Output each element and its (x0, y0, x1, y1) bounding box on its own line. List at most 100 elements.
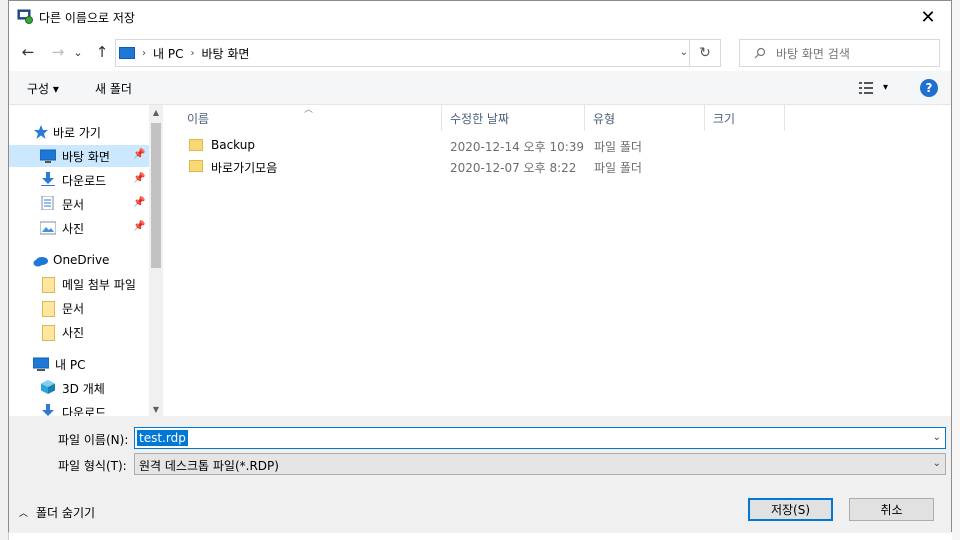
scroll-up-icon[interactable]: ▲ (149, 105, 163, 119)
filetype-label: 파일 형식(T): (58, 459, 127, 473)
breadcrumb-separator: › (142, 47, 146, 59)
picture-icon (40, 221, 56, 235)
sidebar-item-label: 메일 첨부 파일 (62, 277, 136, 292)
sidebar-item-label: 바탕 화면 (62, 149, 110, 164)
pin-icon: 📌 (133, 173, 146, 184)
filetype-value: 원격 데스크톱 파일(*.RDP) (139, 459, 279, 473)
help-button[interactable]: ? (920, 79, 938, 97)
navigation-pane-scrollbar[interactable]: ▲ ▼ (149, 105, 163, 416)
sidebar-item-my-pc[interactable]: 내 PC (9, 353, 149, 375)
download-icon (42, 404, 54, 416)
search-box[interactable]: 바탕 화면 검색 (739, 39, 940, 67)
organize-button[interactable]: 구성 ▾ (27, 80, 59, 97)
sidebar-item-label: 사진 (62, 221, 85, 236)
sidebar-item-label: 바로 가기 (53, 125, 101, 140)
sidebar-item-desktop[interactable]: 바탕 화면 📌 (9, 145, 149, 167)
title-bar: 다른 이름으로 저장 ✕ (9, 1, 951, 33)
folder-icon (189, 139, 203, 151)
filename-value: test.rdp (137, 430, 188, 446)
arrow-left-icon: ← (21, 43, 35, 61)
sidebar-item-label: 문서 (62, 197, 85, 212)
table-row[interactable]: 바로가기모음 2020-12-07 오후 8:22 파일 폴더 (179, 157, 779, 177)
cube-icon (41, 380, 55, 394)
folder-icon (42, 277, 55, 293)
folder-icon (189, 160, 203, 172)
back-button[interactable]: ← (17, 41, 39, 63)
sidebar-item-3d-objects[interactable]: 3D 개체 (9, 377, 149, 399)
column-header-modified[interactable]: 수정한 날짜 (442, 105, 585, 131)
file-name: 바로가기모음 (211, 161, 278, 175)
chevron-up-icon: ︿ (19, 509, 29, 519)
column-header-type[interactable]: 유형 (585, 105, 705, 131)
folder-icon (42, 301, 55, 317)
breadcrumb-desktop[interactable]: 바탕 화면 (201, 45, 249, 62)
sidebar-item-label: OneDrive (53, 253, 110, 267)
scroll-down-icon[interactable]: ▼ (149, 402, 163, 416)
filename-input[interactable]: test.rdp ⌄ (134, 427, 946, 449)
save-as-dialog: 다른 이름으로 저장 ✕ ← → ⌄ ↑ › 내 PC › 바탕 화면 ⌄ ↻ (8, 0, 952, 533)
recent-locations-button[interactable]: ⌄ (71, 41, 85, 63)
arrow-up-icon: ↑ (95, 43, 109, 61)
sidebar-item-onedrive-documents[interactable]: 문서 (9, 297, 149, 319)
pc-icon (119, 47, 135, 59)
search-placeholder: 바탕 화면 검색 (776, 46, 850, 61)
sidebar-item-label: 문서 (62, 301, 85, 316)
chevron-down-icon: ⌄ (932, 458, 941, 469)
address-bar[interactable]: › 내 PC › 바탕 화면 ⌄ ↻ (115, 39, 721, 67)
sidebar-item-label: 다운로드 (62, 173, 107, 188)
file-type: 파일 폴더 (594, 161, 642, 175)
filetype-select[interactable]: 원격 데스크톱 파일(*.RDP) ⌄ (134, 453, 946, 475)
sidebar-item-pc-downloads[interactable]: 다운로드 (9, 401, 149, 416)
save-form: 파일 이름(N): test.rdp ⌄ 파일 형식(T): 원격 데스크톱 파… (9, 416, 951, 533)
sidebar-item-quick-access[interactable]: 바로 가기 (9, 121, 149, 143)
new-folder-button[interactable]: 새 폴더 (95, 80, 132, 97)
sidebar-item-onedrive-pictures[interactable]: 사진 (9, 321, 149, 343)
sidebar-item-documents[interactable]: 문서 📌 (9, 193, 149, 215)
sidebar-item-onedrive[interactable]: OneDrive (9, 249, 149, 271)
address-dropdown-icon[interactable]: ⌄ (680, 47, 688, 58)
column-header-name[interactable]: 이름 (179, 105, 442, 131)
command-toolbar: 구성 ▾ 새 폴더 ▾ ? (9, 71, 951, 105)
sidebar-item-label: 내 PC (55, 357, 86, 372)
refresh-icon: ↻ (699, 45, 711, 61)
breadcrumb-my-pc[interactable]: 내 PC (153, 45, 183, 62)
help-icon: ? (925, 81, 933, 95)
arrow-right-icon: → (51, 43, 65, 61)
column-header-size[interactable]: 크기 (705, 105, 785, 131)
navigation-bar: ← → ⌄ ↑ › 내 PC › 바탕 화면 ⌄ ↻ 바탕 화면 검색 (9, 35, 951, 69)
search-icon (754, 47, 766, 59)
background-window-edge-right (952, 0, 960, 540)
window-title: 다른 이름으로 저장 (39, 11, 135, 25)
pin-icon: 📌 (133, 221, 146, 232)
table-row[interactable]: Backup 2020-12-14 오후 10:39 파일 폴더 (179, 136, 779, 156)
sidebar-item-label: 다운로드 (62, 405, 107, 417)
view-options-icon[interactable] (859, 82, 873, 94)
cancel-button[interactable]: 취소 (849, 498, 934, 521)
navigation-pane: 바로 가기 바탕 화면 📌 다운로드 📌 문서 📌 사진 📌 OneDrive … (9, 105, 163, 416)
pc-icon (33, 357, 49, 371)
refresh-button[interactable]: ↻ (689, 40, 720, 66)
file-type: 파일 폴더 (594, 140, 642, 154)
forward-button[interactable]: → (47, 41, 69, 63)
hide-folders-toggle[interactable]: ︿ 폴더 숨기기 (19, 504, 95, 521)
breadcrumb-separator: › (190, 47, 195, 59)
scrollbar-thumb[interactable] (151, 123, 161, 268)
sidebar-item-downloads[interactable]: 다운로드 📌 (9, 169, 149, 191)
sidebar-item-mail-attachments[interactable]: 메일 첨부 파일 (9, 273, 149, 295)
document-icon (41, 196, 54, 210)
file-name: Backup (211, 138, 255, 152)
view-dropdown-icon[interactable]: ▾ (883, 82, 888, 93)
save-button[interactable]: 저장(S) (748, 498, 833, 521)
close-button[interactable]: ✕ (905, 1, 951, 33)
sidebar-item-pictures[interactable]: 사진 📌 (9, 217, 149, 239)
chevron-down-icon[interactable]: ⌄ (933, 432, 941, 443)
cloud-icon (33, 257, 48, 267)
download-icon (41, 172, 55, 186)
up-button[interactable]: ↑ (91, 41, 113, 63)
chevron-down-icon: ⌄ (73, 45, 83, 59)
star-icon (34, 125, 48, 139)
desktop-icon (40, 149, 56, 163)
file-modified: 2020-12-07 오후 8:22 (450, 161, 577, 175)
file-list: ︿ 이름 수정한 날짜 유형 크기 Backup 2020-12-14 오후 1… (163, 105, 951, 416)
pin-icon: 📌 (133, 149, 146, 160)
